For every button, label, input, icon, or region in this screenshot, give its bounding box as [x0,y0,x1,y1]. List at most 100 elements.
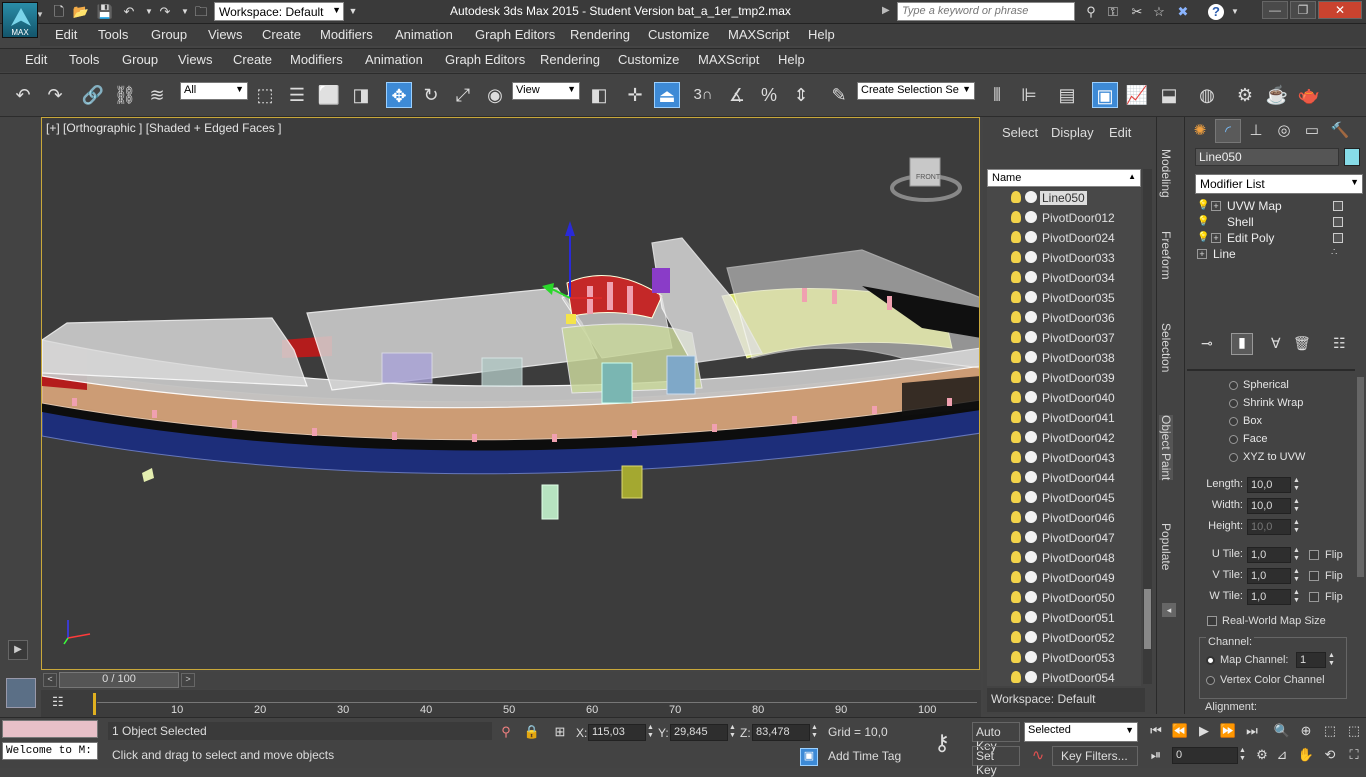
u-flip-checkbox[interactable] [1309,550,1319,560]
renderable-icon[interactable] [1025,431,1037,443]
align-icon[interactable]: ⊫ [1016,82,1042,108]
snaps-toggle-icon[interactable]: 3∩ [690,82,716,108]
expand-icon[interactable]: + [1211,201,1221,211]
select-and-rotate-icon[interactable]: ↻ [418,82,444,108]
maxscript-listener-input[interactable]: Welcome to M: [2,742,98,760]
bind-to-space-warp-icon[interactable]: ≋ [144,82,170,108]
radio-button[interactable] [1229,399,1238,408]
render-production-icon[interactable]: 🫖 [1296,82,1322,108]
minimize-button[interactable]: — [1262,1,1288,19]
object-row[interactable]: PivotDoor051 [987,608,1141,628]
toggle-scene-explorer-icon[interactable]: ▣ [1092,82,1118,108]
renderable-icon[interactable] [1025,571,1037,583]
spinner-arrows-icon[interactable]: ▲ ▼ [1293,568,1303,584]
binoculars-icon[interactable]: ⚲ [1082,3,1100,20]
v-tile-field[interactable]: 1,0 [1247,568,1291,584]
menu2-group[interactable]: Group [122,52,158,67]
radio-button[interactable] [1229,381,1238,390]
explorer-tab-select[interactable]: Select [1002,125,1038,140]
lightbulb-icon[interactable] [1011,291,1021,303]
percent-snap-icon[interactable]: % [756,82,782,108]
object-row[interactable]: PivotDoor052 [987,628,1141,648]
named-selection-sets-dropdown[interactable]: Create Selection Se ▼ [857,82,975,100]
curve-editor-icon[interactable]: 📈 [1124,82,1150,108]
stack-item-uvw-map[interactable]: 💡 + UVW Map [1195,199,1345,215]
quick-access-menu-icon[interactable]: ▼ [344,3,362,20]
stack-item-shell[interactable]: 💡 Shell [1195,215,1345,231]
isolate-selection-icon[interactable]: ⚲ [496,723,516,741]
object-row[interactable]: PivotDoor047 [987,528,1141,548]
expand-icon[interactable]: + [1197,249,1207,259]
motion-tab-icon[interactable]: ◎ [1271,119,1297,143]
keyboard-shortcut-override-icon[interactable]: ⏏ [654,82,680,108]
key-icon[interactable]: ⚿ [1104,3,1122,20]
radio-box[interactable]: Box [1185,413,1357,431]
maximize-viewport-toggle[interactable] [6,678,36,708]
app-logo-button[interactable]: MAX [2,2,38,38]
renderable-icon[interactable] [1025,511,1037,523]
open-mini-curve-editor-icon[interactable]: ☷ [52,694,64,710]
renderable-icon[interactable] [1025,371,1037,383]
absolute-mode-icon[interactable]: ⊞ [550,723,570,741]
ribbon-collapse-icon[interactable]: ◂ [1162,603,1176,617]
zoom-extents-icon[interactable]: ⬚ [1320,722,1340,740]
utilities-tab-icon[interactable]: 🔨 [1327,119,1353,143]
search-input[interactable]: Type a keyword or phrase [897,2,1075,21]
renderable-icon[interactable] [1025,471,1037,483]
time-slider[interactable]: < 0 / 100 > [41,672,981,689]
select-and-place-icon[interactable]: ◉ [482,82,508,108]
menu2-graph-editors[interactable]: Graph Editors [445,52,525,67]
reference-coordinate-dropdown[interactable]: View ▼ [512,82,580,100]
show-end-result-icon[interactable]: ▮ [1231,333,1253,355]
ribbon-tab-selection[interactable]: Selection [1159,323,1173,372]
selection-filter-dropdown[interactable]: All ▼ [180,82,248,100]
object-row[interactable]: PivotDoor048 [987,548,1141,568]
menu-modifiers[interactable]: Modifiers [320,27,373,42]
menu2-edit[interactable]: Edit [25,52,47,67]
radio-button[interactable] [1229,435,1238,444]
spinner-arrows-icon[interactable]: ▲ ▼ [1328,652,1335,668]
stack-toggle-box[interactable] [1333,217,1343,227]
y-coordinate-field[interactable]: 29,845 [670,724,728,741]
object-row[interactable]: PivotDoor042 [987,428,1141,448]
key-selection-dropdown[interactable]: Selected ▼ [1024,722,1138,742]
play-forward-icon[interactable]: ▶ [8,640,28,660]
manipulate-icon[interactable]: ✛ [622,82,648,108]
workspace-dropdown[interactable]: Workspace: Default ▼ [214,2,344,21]
menu-maxscript[interactable]: MAXScript [728,27,789,42]
lightbulb-icon[interactable] [1011,611,1021,623]
z-coordinate-field[interactable]: 83,478 [752,724,810,741]
edit-named-selection-icon[interactable]: ✎ [826,82,852,108]
object-row[interactable]: PivotDoor046 [987,508,1141,528]
ribbon-tab-populate[interactable]: Populate [1159,523,1173,570]
select-object-icon[interactable]: ⬚ [252,82,278,108]
x-coordinate-field[interactable]: 115,03 [588,724,646,741]
save-file-icon[interactable]: 💾 [96,3,114,20]
next-frame-icon[interactable]: > [181,673,195,687]
object-row[interactable]: PivotDoor036 [987,308,1141,328]
new-file-icon[interactable]: 🗋 [50,3,68,20]
lightbulb-icon[interactable] [1011,591,1021,603]
selection-lock-icon[interactable]: 🔒 [522,723,542,741]
select-and-move-icon[interactable]: ✥ [386,82,412,108]
length-field[interactable]: 10,0 [1247,477,1291,493]
lightbulb-icon[interactable] [1011,531,1021,543]
material-editor-icon[interactable]: ◍ [1194,82,1220,108]
auto-key-button[interactable]: Auto Key [972,722,1020,753]
pin-stack-icon[interactable]: ⊸ [1201,335,1213,352]
time-marker[interactable] [93,693,96,715]
lightbulb-icon[interactable] [1011,311,1021,323]
create-tab-icon[interactable]: ✺ [1187,119,1213,143]
ribbon-tab-object-paint[interactable]: Object Paint [1159,415,1173,481]
lightbulb-icon[interactable] [1011,631,1021,643]
object-row[interactable]: PivotDoor037 [987,328,1141,348]
select-and-scale-icon[interactable]: ⤢ [450,82,476,108]
radio-xyz-to-uvw[interactable]: XYZ to UVW [1185,449,1357,467]
lightbulb-icon[interactable]: 💡 [1197,201,1209,211]
menu-rendering[interactable]: Rendering [570,27,630,42]
menu2-views[interactable]: Views [178,52,212,67]
time-configuration-icon[interactable]: ⚙ [1252,746,1272,764]
lightbulb-icon[interactable] [1011,271,1021,283]
menu-group[interactable]: Group [151,27,187,42]
spinner-arrows-icon[interactable]: ▲ ▼ [1293,498,1303,514]
